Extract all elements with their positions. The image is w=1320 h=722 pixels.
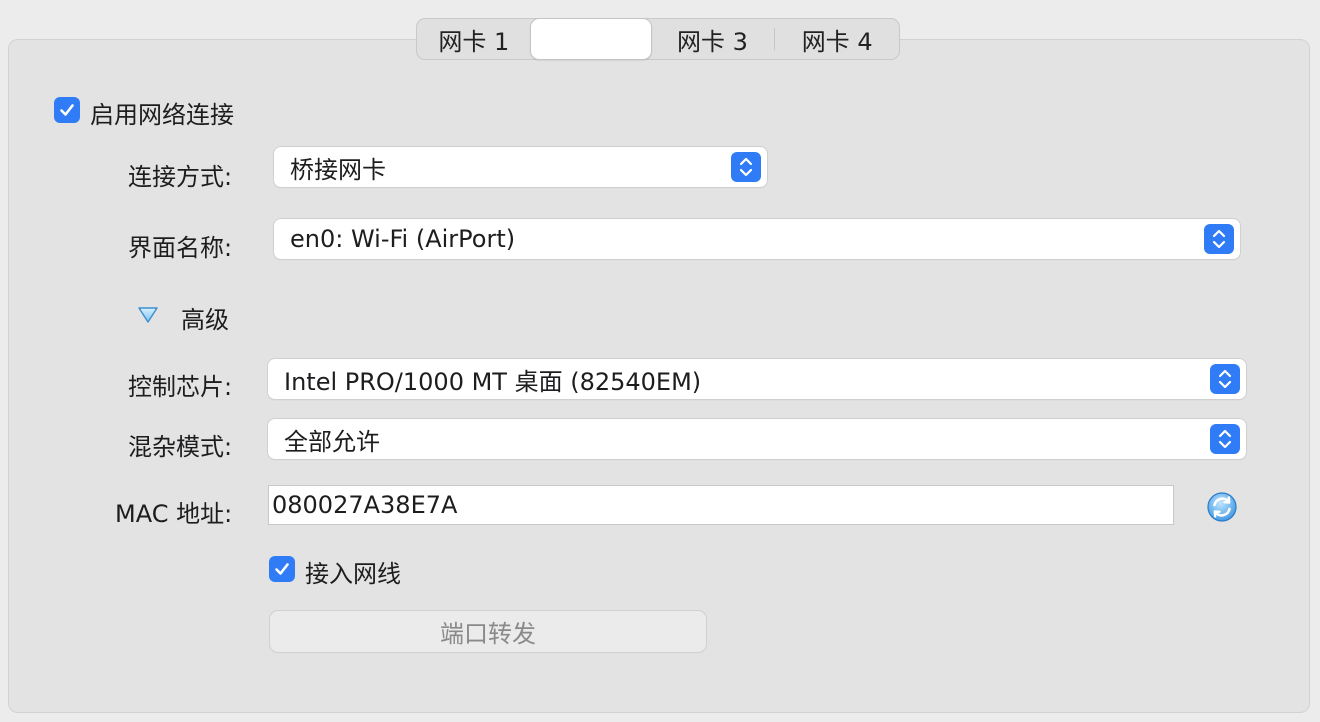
refresh-mac-button[interactable] xyxy=(1206,491,1238,523)
up-down-chevron-icon xyxy=(1210,424,1240,454)
adapter-tab-bar: 网卡 1 网卡 3 网卡 4 xyxy=(416,18,900,60)
attachment-select[interactable]: 桥接网卡 xyxy=(274,147,767,187)
tab-adapter-1-label: 网卡 1 xyxy=(438,27,510,56)
disclosure-triangle-down-icon xyxy=(138,307,158,323)
advanced-disclosure-toggle[interactable] xyxy=(136,304,160,328)
checkmark-icon xyxy=(275,563,289,575)
adapter-type-select[interactable]: Intel PRO/1000 MT 桌面 (82540EM) xyxy=(268,359,1246,399)
tab-adapter-2[interactable] xyxy=(530,19,651,59)
interface-name-value: en0: Wi-Fi (AirPort) xyxy=(290,225,516,253)
cable-connected-checkbox[interactable] xyxy=(269,556,295,582)
promiscuous-mode-label: 混杂模式: xyxy=(128,433,233,461)
checkmark-icon xyxy=(60,104,74,116)
tab-adapter-3[interactable]: 网卡 3 xyxy=(651,19,775,59)
adapter-type-label: 控制芯片: xyxy=(128,373,233,401)
up-down-chevron-icon xyxy=(1210,364,1240,394)
mac-address-input[interactable]: 080027A38E7A xyxy=(268,485,1174,525)
mac-address-value: 080027A38E7A xyxy=(272,491,458,519)
adapter-type-value: Intel PRO/1000 MT 桌面 (82540EM) xyxy=(284,367,702,396)
tab-adapter-1[interactable]: 网卡 1 xyxy=(417,19,531,59)
up-down-chevron-icon xyxy=(1204,224,1234,254)
enable-network-checkbox[interactable] xyxy=(54,97,80,123)
attachment-label: 连接方式: xyxy=(128,163,233,191)
tab-adapter-4[interactable]: 网卡 4 xyxy=(775,19,899,59)
interface-name-label: 界面名称: xyxy=(128,234,233,262)
attachment-value: 桥接网卡 xyxy=(290,155,386,184)
mac-address-label: MAC 地址: xyxy=(115,500,233,528)
tab-adapter-4-label: 网卡 4 xyxy=(801,27,873,56)
port-forwarding-label: 端口转发 xyxy=(440,620,536,648)
tab-adapter-3-label: 网卡 3 xyxy=(676,27,748,56)
enable-network-label: 启用网络连接 xyxy=(90,101,234,129)
advanced-label: 高级 xyxy=(181,306,229,334)
cable-connected-label: 接入网线 xyxy=(305,560,401,588)
refresh-mac-icon xyxy=(1207,492,1237,522)
promiscuous-mode-select[interactable]: 全部允许 xyxy=(268,419,1246,459)
up-down-chevron-icon xyxy=(731,152,761,182)
port-forwarding-button[interactable]: 端口转发 xyxy=(270,611,706,652)
interface-name-select[interactable]: en0: Wi-Fi (AirPort) xyxy=(274,219,1240,259)
promiscuous-mode-value: 全部允许 xyxy=(284,427,380,456)
